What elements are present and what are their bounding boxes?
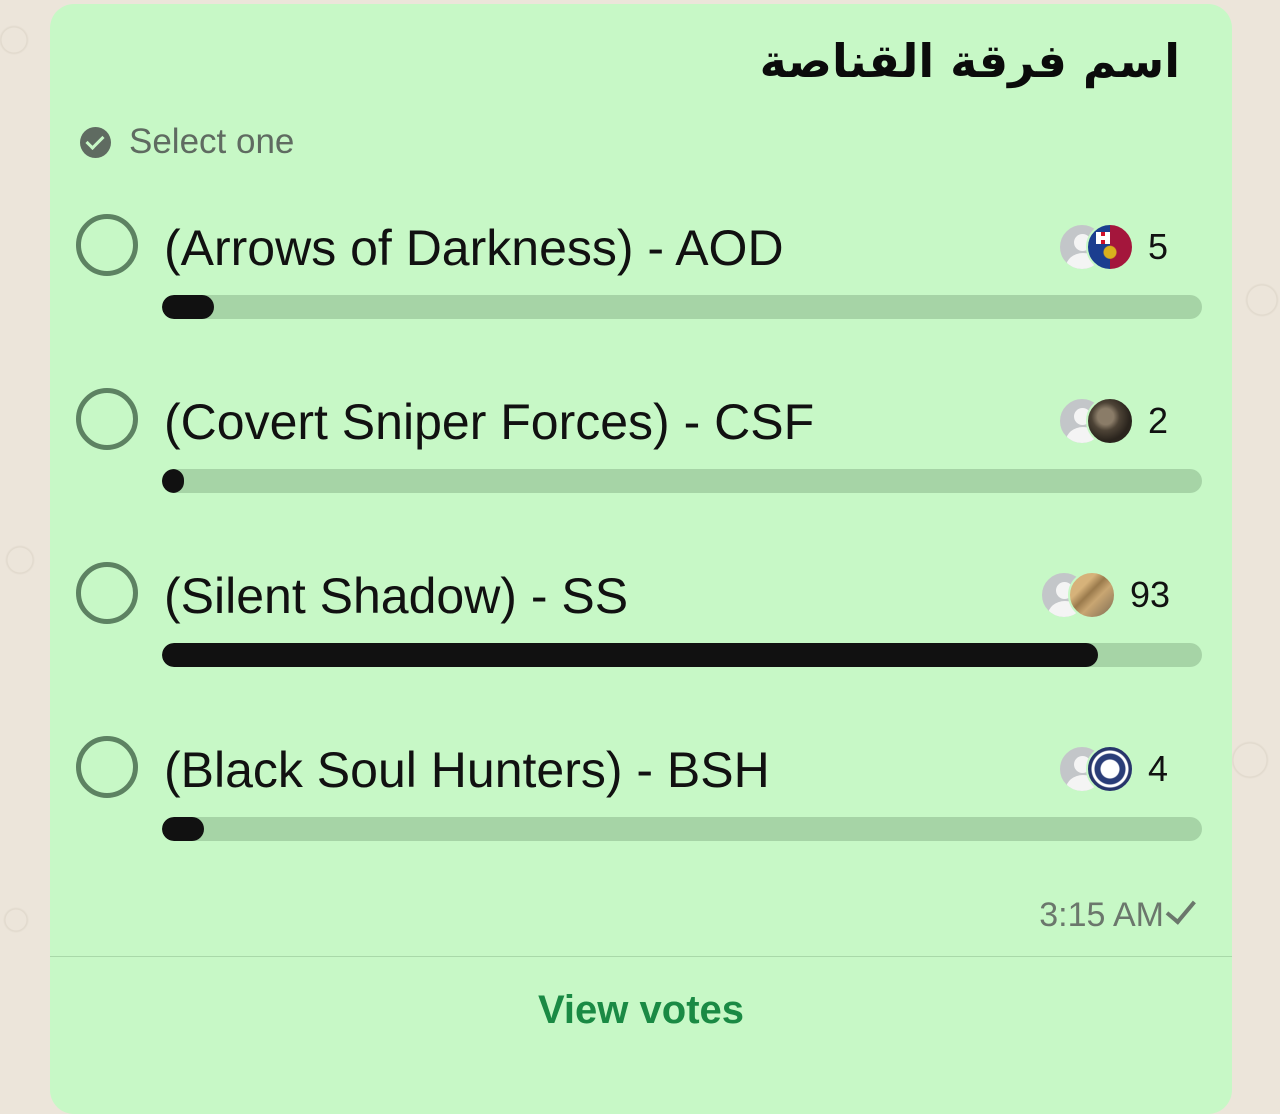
poll-option-bsh[interactable]: (Black Soul Hunters) - BSH 4 <box>50 732 1232 862</box>
vote-progress-bar <box>162 295 1202 319</box>
vote-progress-fill <box>162 469 184 493</box>
poll-question: اسم فرقة القناصة <box>759 34 1180 88</box>
select-one-label: Select one <box>129 122 295 161</box>
voter-avatars[interactable]: 2 <box>1058 394 1170 448</box>
vote-progress-fill <box>162 295 214 319</box>
single-check-icon <box>1165 892 1196 925</box>
vote-count: 93 <box>1129 574 1170 615</box>
voter-avatars[interactable]: 5 <box>1058 220 1170 274</box>
poll-message-bubble: اسم فرقة القناصة Select one (Arrows of D… <box>50 4 1232 1114</box>
fc-barcelona-crest-avatar <box>1086 223 1134 271</box>
poll-option-label: (Black Soul Hunters) - BSH <box>164 742 770 798</box>
poll-option-label: (Covert Sniper Forces) - CSF <box>164 394 815 450</box>
poll-option-label: (Silent Shadow) - SS <box>164 568 629 624</box>
radio-button[interactable] <box>76 736 138 798</box>
vote-progress-fill <box>162 817 204 841</box>
radio-button[interactable] <box>76 562 138 624</box>
vote-progress-fill <box>162 643 1098 667</box>
timestamp-text: 3:15 AM <box>1039 896 1164 934</box>
select-one-hint: Select one <box>80 122 294 162</box>
radio-button[interactable] <box>76 388 138 450</box>
photo-avatar <box>1067 571 1116 619</box>
vote-progress-bar <box>162 643 1202 667</box>
voter-avatars[interactable]: 93 <box>1039 568 1170 622</box>
vote-count: 5 <box>1148 226 1169 267</box>
message-timestamp: 3:15 AM <box>1039 892 1196 935</box>
poll-option-label: (Arrows of Darkness) - AOD <box>164 220 784 276</box>
dark-photo-avatar <box>1086 397 1134 445</box>
poll-option-aod[interactable]: (Arrows of Darkness) - AOD 5 <box>50 210 1232 340</box>
voter-avatars[interactable]: 4 <box>1058 742 1170 796</box>
check-circle-icon <box>80 126 111 158</box>
vote-progress-bar <box>162 817 1202 841</box>
view-votes-button[interactable]: View votes <box>50 988 1232 1033</box>
divider <box>50 956 1232 957</box>
vote-progress-bar <box>162 469 1202 493</box>
poll-option-ss[interactable]: (Silent Shadow) - SS 93 <box>50 558 1232 688</box>
vote-count: 4 <box>1148 748 1169 789</box>
navy-logo-avatar <box>1086 745 1134 793</box>
poll-option-csf[interactable]: (Covert Sniper Forces) - CSF 2 <box>50 384 1232 514</box>
radio-button[interactable] <box>76 214 138 276</box>
vote-count: 2 <box>1148 400 1169 441</box>
